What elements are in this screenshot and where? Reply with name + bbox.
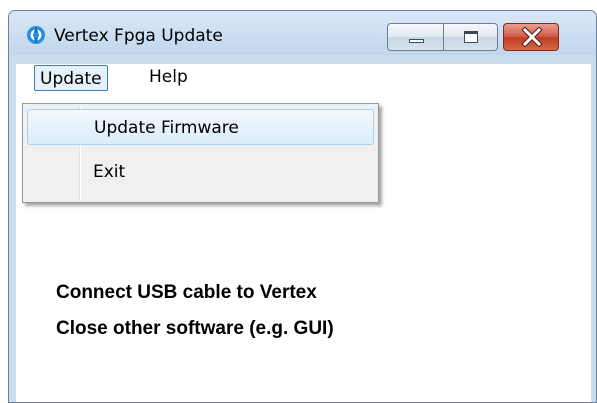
- app-window: Vertex Fpga Update Update Help Connect U…: [8, 10, 597, 403]
- menu-item-exit[interactable]: Exit: [27, 154, 374, 190]
- maximize-button[interactable]: [443, 23, 498, 51]
- menu-help[interactable]: Help: [144, 64, 193, 91]
- minimize-button[interactable]: [387, 23, 444, 51]
- maximize-icon: [464, 31, 478, 43]
- app-logo-icon: [27, 26, 45, 44]
- title-bar[interactable]: Vertex Fpga Update: [9, 11, 596, 55]
- instruction-close-software: Close other software (e.g. GUI): [56, 318, 334, 339]
- close-button[interactable]: [503, 23, 559, 51]
- instruction-connect-usb: Connect USB cable to Vertex: [56, 282, 317, 303]
- minimize-icon: [409, 39, 424, 43]
- close-icon: [521, 27, 543, 47]
- menu-item-update-firmware[interactable]: Update Firmware: [27, 109, 374, 145]
- update-dropdown-menu: Update Firmware Exit: [22, 103, 379, 203]
- menu-bar: Update Help: [16, 64, 591, 91]
- window-title: Vertex Fpga Update: [54, 26, 223, 46]
- menu-update[interactable]: Update: [34, 65, 108, 91]
